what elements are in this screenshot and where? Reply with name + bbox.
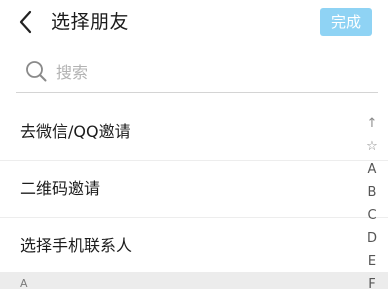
page-title: 选择朋友 — [51, 11, 130, 33]
search-bar — [16, 52, 378, 93]
option-label: 去微信/QQ邀请 — [20, 122, 131, 141]
done-button[interactable]: 完成 — [320, 8, 372, 36]
option-label: 选择手机联系人 — [20, 236, 133, 255]
invite-qrcode-row[interactable]: 二维码邀请 — [0, 161, 388, 218]
select-phone-contacts-row[interactable]: 选择手机联系人 — [0, 218, 388, 274]
alphabet-index-bar[interactable]: ↑ ☆ A B C D E F — [360, 112, 384, 292]
index-letter-f[interactable]: F — [360, 273, 384, 296]
search-icon — [26, 61, 47, 82]
arrow-up-icon[interactable]: ↑ — [360, 112, 384, 135]
index-letter-e[interactable]: E — [360, 250, 384, 273]
option-label: 二维码邀请 — [20, 179, 101, 198]
index-letter-a[interactable]: A — [360, 158, 384, 181]
chevron-left-icon — [19, 10, 32, 34]
index-letter-c[interactable]: C — [360, 204, 384, 227]
section-label: A — [20, 277, 28, 290]
invite-wechat-qq-row[interactable]: 去微信/QQ邀请 — [0, 104, 388, 161]
search-input[interactable] — [56, 58, 356, 86]
section-header-a: A — [0, 272, 388, 290]
index-letter-d[interactable]: D — [360, 227, 384, 250]
back-button[interactable] — [14, 9, 40, 35]
index-letter-b[interactable]: B — [360, 181, 384, 204]
invite-options-list: 去微信/QQ邀请 二维码邀请 选择手机联系人 — [0, 104, 388, 274]
header-bar: 选择朋友 完成 — [0, 0, 388, 44]
star-icon[interactable]: ☆ — [360, 135, 384, 158]
